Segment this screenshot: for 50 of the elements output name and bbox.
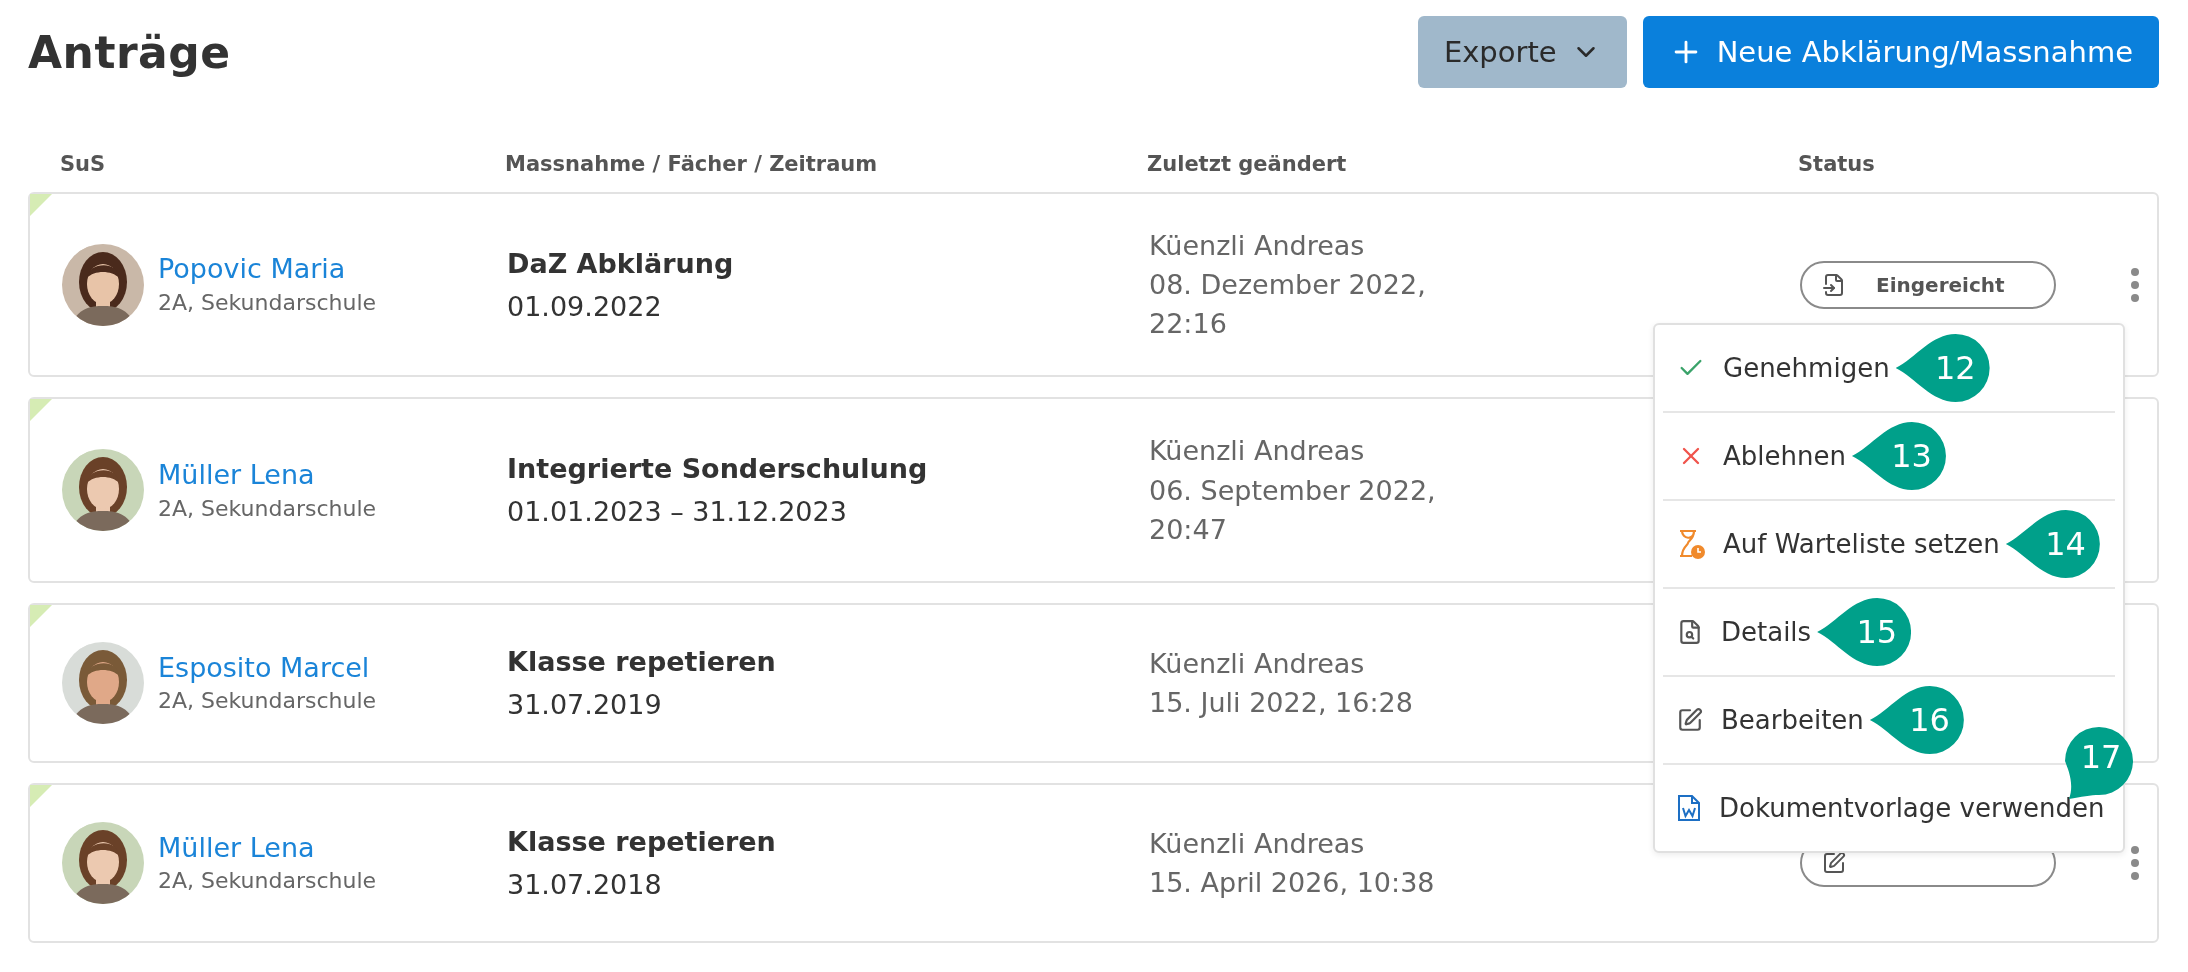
pen-icon xyxy=(1822,850,1846,875)
step-callout: 14 xyxy=(2005,508,2100,580)
column-header: Status xyxy=(1798,152,1876,176)
class-label: 2A, Sekundarschule xyxy=(158,867,377,896)
step-callout: 13 xyxy=(1851,420,1946,492)
hourglass-icon xyxy=(1677,529,1705,559)
period-text: 31.07.2018 xyxy=(507,867,662,902)
measure-title: Klasse repetieren xyxy=(507,824,776,859)
student-link[interactable]: Esposito Marcel xyxy=(158,648,370,687)
document-search-icon xyxy=(1677,619,1703,645)
new-request-button[interactable]: Neue Abklärung/Massnahme xyxy=(1642,16,2159,88)
student-link[interactable]: Müller Lena xyxy=(158,828,315,867)
class-label: 2A, Sekundarschule xyxy=(158,687,377,716)
changed-date: 15. Juli 2022, 16:28 xyxy=(1149,685,1413,720)
column-header: SuS xyxy=(60,152,107,176)
page-title: Anträge xyxy=(28,26,231,78)
document-arrow-icon xyxy=(1822,272,1846,297)
student-link[interactable]: Popovic Maria xyxy=(158,250,346,289)
period-text: 01.01.2023 – 31.12.2023 xyxy=(507,495,847,530)
measure-title: Klasse repetieren xyxy=(507,644,776,679)
step-callout: 15 xyxy=(1817,596,1912,668)
exports-dropdown[interactable]: Exporte xyxy=(1417,16,1627,88)
menu-item[interactable]: Ablehnen xyxy=(1677,441,1846,471)
changed-date: 22:16 xyxy=(1149,307,1227,342)
menu-item[interactable]: Bearbeiten xyxy=(1677,705,1864,735)
pen-icon xyxy=(1677,707,1703,733)
measure-title: DaZ Abklärung xyxy=(507,246,734,281)
class-label: 2A, Sekundarschule xyxy=(158,494,377,523)
menu-item[interactable]: Genehmigen xyxy=(1677,353,1890,383)
column-header: Zuletzt geändert xyxy=(1147,152,1348,176)
student-link[interactable]: Müller Lena xyxy=(158,455,315,494)
author-name: Küenzli Andreas xyxy=(1149,646,1365,681)
step-callout: 12 xyxy=(1895,332,1990,404)
author-name: Küenzli Andreas xyxy=(1149,229,1365,263)
period-text: 31.07.2019 xyxy=(507,687,662,722)
column-header: Massnahme / Fächer / Zeitraum xyxy=(505,152,879,176)
changed-date: 15. April 2026, 10:38 xyxy=(1149,865,1435,900)
word-document-icon xyxy=(1677,794,1701,822)
menu-item[interactable]: Details xyxy=(1677,617,1812,647)
changed-date: 08. Dezember 2022, xyxy=(1149,268,1426,303)
status-label: Eingereicht xyxy=(1876,272,2005,297)
author-name: Küenzli Andreas xyxy=(1149,826,1365,861)
changed-date: 06. September 2022, xyxy=(1149,473,1436,508)
changed-date: 20:47 xyxy=(1149,512,1227,547)
period-text: 01.09.2022 xyxy=(507,289,662,324)
menu-item[interactable]: Auf Warteliste setzen xyxy=(1677,529,2000,559)
measure-title: Integrierte Sonderschulung xyxy=(507,451,928,486)
class-label: 2A, Sekundarschule xyxy=(158,289,377,318)
step-callout: 16 xyxy=(1869,684,1964,756)
author-name: Küenzli Andreas xyxy=(1149,434,1365,469)
